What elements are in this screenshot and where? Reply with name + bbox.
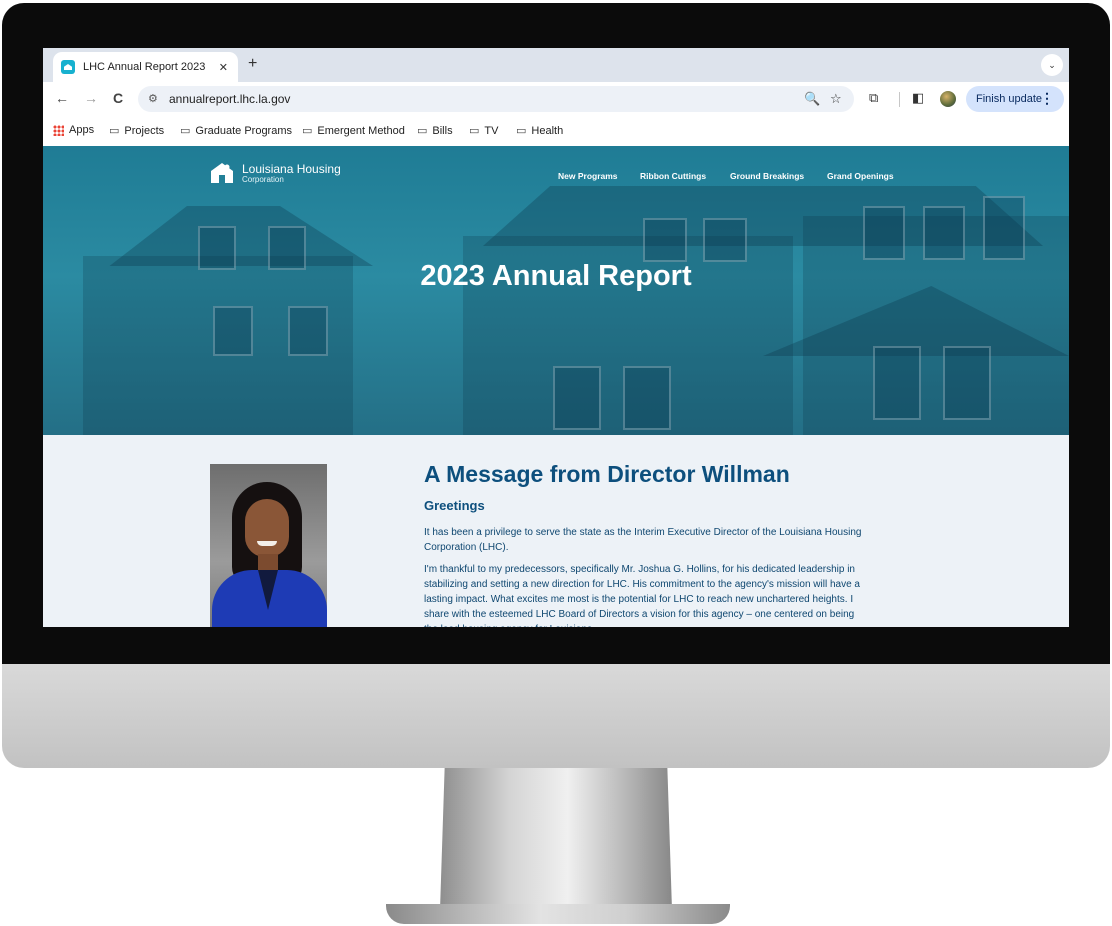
forward-arrow-icon[interactable]: → <box>84 90 98 106</box>
extensions-icon[interactable]: ⧉ <box>869 90 878 106</box>
screen: LHC Annual Report 2023 ✕ + ⌄ ← → C ⚙ ann… <box>43 48 1069 627</box>
finish-update-label: Finish update <box>976 93 1043 105</box>
tab-search-icon[interactable]: ⌄ <box>1041 54 1063 76</box>
bookmark-health[interactable]: ▭ Health <box>516 124 564 138</box>
bookmark-tv[interactable]: ▭ TV <box>469 124 499 138</box>
tab-title: LHC Annual Report 2023 <box>83 61 206 73</box>
nav-new-programs[interactable]: New Programs <box>558 171 618 181</box>
folder-icon: ▭ <box>109 125 120 137</box>
window-shape <box>553 366 601 430</box>
bookmark-label: Health <box>531 124 564 137</box>
monitor-chin <box>2 664 1110 768</box>
folder-icon: ▭ <box>516 125 527 137</box>
monitor-stand <box>440 768 672 910</box>
bookmark-graduate-programs[interactable]: ▭ Graduate Programs <box>180 124 293 138</box>
logo-subtitle[interactable]: Corporation <box>242 175 284 184</box>
hero-title: 2023 Annual Report <box>420 260 692 292</box>
browser-toolbar: ← → C ⚙ annualreport.lhc.la.gov 🔍 ☆ ⧉ ◧ … <box>43 82 1069 116</box>
greeting-heading: Greetings <box>424 498 485 513</box>
bookmark-label: Graduate Programs <box>195 124 293 137</box>
portrait-smile <box>257 541 277 546</box>
bookmark-label: Bills <box>432 124 453 137</box>
reload-icon[interactable]: C <box>113 90 123 106</box>
bookmark-apps[interactable]: Apps <box>53 124 94 136</box>
window-shape <box>703 218 747 262</box>
window-shape <box>288 306 328 356</box>
bookmark-label: Emergent Method <box>317 124 405 137</box>
address-bar[interactable]: ⚙ annualreport.lhc.la.gov 🔍 ☆ <box>138 86 854 112</box>
bookmarks-bar: Apps ▭ Projects ▭ Graduate Programs ▭ Em… <box>43 116 1069 147</box>
folder-icon: ▭ <box>180 125 191 137</box>
window-shape <box>863 206 905 260</box>
hero-banner: Louisiana Housing Corporation New Progra… <box>43 146 1069 435</box>
side-panel-icon[interactable]: ◧ <box>912 90 924 106</box>
portrait-face <box>245 499 289 557</box>
window-shape <box>873 346 921 420</box>
message-paragraph-1: It has been a privilege to serve the sta… <box>424 527 862 553</box>
apps-grid-icon <box>53 124 64 136</box>
nav-grand-openings[interactable]: Grand Openings <box>827 171 894 181</box>
lhc-logo-icon[interactable] <box>210 160 234 184</box>
back-arrow-icon[interactable]: ← <box>55 90 69 106</box>
menu-dots-icon: ⋮ <box>1040 90 1054 106</box>
bookmark-label: Projects <box>124 124 165 137</box>
window-shape <box>923 206 965 260</box>
browser-tab[interactable]: LHC Annual Report 2023 ✕ <box>53 52 238 82</box>
bookmark-label: TV <box>484 124 499 137</box>
nav-ribbon-cuttings[interactable]: Ribbon Cuttings <box>640 171 706 181</box>
window-shape <box>983 196 1025 260</box>
finish-update-button[interactable]: Finish update ⋮ <box>966 86 1064 112</box>
message-title: A Message from Director Willman <box>424 461 790 487</box>
monitor-base <box>386 904 730 924</box>
director-message-section: A Message from Director Willman Greeting… <box>43 435 1069 627</box>
bookmark-bills[interactable]: ▭ Bills <box>417 124 453 138</box>
folder-icon: ▭ <box>417 125 428 137</box>
message-paragraph-2: I'm thankful to my predecessors, specifi… <box>424 564 860 627</box>
bookmark-label: Apps <box>69 124 95 136</box>
url-text[interactable]: annualreport.lhc.la.gov <box>169 92 290 106</box>
bookmark-emergent-method[interactable]: ▭ Emergent Method <box>302 124 405 138</box>
profile-avatar[interactable] <box>940 91 956 107</box>
director-portrait <box>210 464 327 627</box>
window-shape <box>943 346 991 420</box>
tab-strip: LHC Annual Report 2023 ✕ + ⌄ <box>43 48 1069 82</box>
window-shape <box>643 218 687 262</box>
window-shape <box>623 366 671 430</box>
folder-icon: ▭ <box>469 125 480 137</box>
bookmark-projects[interactable]: ▭ Projects <box>109 124 165 138</box>
new-tab-button[interactable]: + <box>248 55 257 73</box>
zoom-icon[interactable]: 🔍 <box>804 91 820 107</box>
bookmark-star-icon[interactable]: ☆ <box>830 91 842 107</box>
toolbar-divider <box>899 92 900 107</box>
logo-name[interactable]: Louisiana Housing <box>242 162 341 176</box>
lhc-favicon-icon <box>61 60 75 74</box>
nav-ground-breakings[interactable]: Ground Breakings <box>730 171 804 181</box>
folder-icon: ▭ <box>302 125 313 137</box>
site-info-icon[interactable]: ⚙ <box>148 92 158 105</box>
window-shape <box>213 306 253 356</box>
close-tab-icon[interactable]: ✕ <box>219 61 228 74</box>
